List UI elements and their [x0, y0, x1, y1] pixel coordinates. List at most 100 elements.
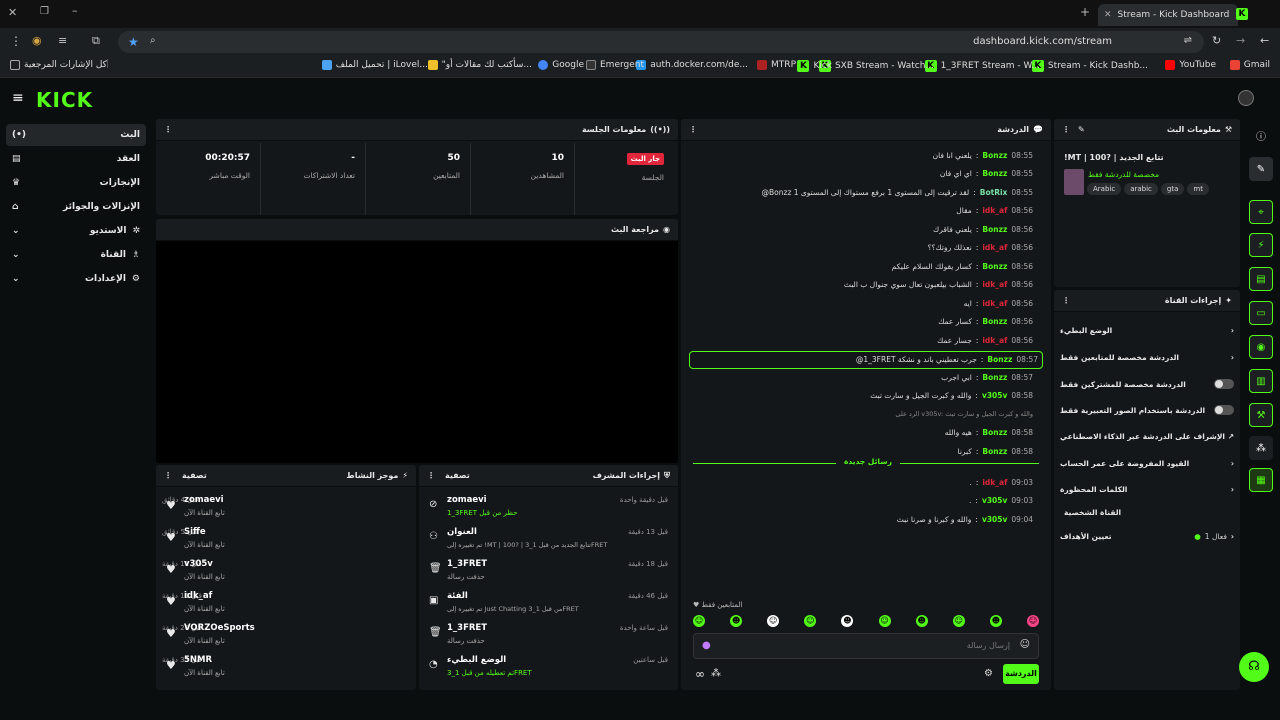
- bookmark-1-3fret[interactable]: K 1_3FRET Stream - W...: [924, 60, 1040, 72]
- chat-username[interactable]: idk_af: [982, 336, 1007, 345]
- chat-username[interactable]: v305v: [982, 391, 1007, 400]
- stream-category[interactable]: مخصصة للدردشة فقط: [1088, 170, 1159, 179]
- bookmark-star-icon[interactable]: ★: [128, 35, 139, 49]
- forward-icon[interactable]: →: [1236, 34, 1245, 47]
- panel-menu-icon[interactable]: ⋮: [1062, 125, 1070, 134]
- emote-icon[interactable]: ☻: [730, 615, 743, 627]
- chat-username[interactable]: idk_af: [982, 299, 1007, 308]
- action-subscribers-only[interactable]: الدردشة مخصصة للمشتركين فقط: [1060, 372, 1234, 396]
- chat-username[interactable]: BotRix: [980, 188, 1008, 197]
- extensions-list-icon[interactable]: ≡: [58, 34, 67, 47]
- browser-tab[interactable]: ✕ Stream - Kick Dashboard: [1098, 4, 1238, 26]
- action-account-age[interactable]: القيود المفروضة على عمر الحساب ›: [1060, 451, 1234, 475]
- tag[interactable]: mt: [1187, 183, 1209, 195]
- bookmark-youtube[interactable]: YouTube: [1165, 60, 1216, 70]
- avatar[interactable]: [1238, 90, 1254, 106]
- tag[interactable]: arabic: [1124, 183, 1158, 195]
- emoji-icon[interactable]: ☺: [1020, 639, 1030, 650]
- chat-username[interactable]: idk_af: [982, 243, 1007, 252]
- chat-username[interactable]: Bonzz: [982, 373, 1007, 382]
- action-ai-moderation[interactable]: الإشراف على الدردشة عبر الذكاء الاصطناعي…: [1060, 424, 1234, 448]
- info-icon[interactable]: ⓘ: [1256, 128, 1266, 143]
- infinity-icon[interactable]: ∞: [695, 667, 705, 681]
- feed-name[interactable]: الوضع البطيء: [447, 655, 506, 665]
- points-icon[interactable]: ⁂: [711, 668, 721, 679]
- emote-icon[interactable]: ☻: [841, 615, 854, 627]
- back-icon[interactable]: ←: [1260, 34, 1269, 47]
- category-thumbnail[interactable]: [1064, 169, 1084, 195]
- feed-name[interactable]: العنوان: [447, 527, 477, 537]
- bookmark-kick[interactable]: K Kick: [797, 60, 832, 72]
- chat-username[interactable]: Bonzz: [982, 225, 1007, 234]
- bookmark-docker[interactable]: auth.docker.com/de...: [636, 60, 748, 70]
- chat-username[interactable]: Bonzz: [982, 151, 1007, 160]
- chat-username[interactable]: idk_af: [982, 280, 1007, 289]
- bookmark-google[interactable]: Google: [538, 60, 584, 70]
- action-emote-only[interactable]: الدردشة باستخدام الصور التعبيرية فقط: [1060, 398, 1234, 422]
- sidebar-item-achievements[interactable]: ♛ الإنجازات: [6, 172, 146, 194]
- all-bookmarks[interactable]: كل الإشارات المرجعية: [10, 60, 107, 70]
- feed-name[interactable]: الفئة: [447, 591, 468, 601]
- subscribers-only-toggle[interactable]: [1214, 379, 1234, 389]
- reload-icon[interactable]: ↻: [1212, 34, 1221, 47]
- zoom-icon[interactable]: ⌕: [150, 35, 156, 46]
- sidebar-item-settings[interactable]: ⌄ الإعدادات ⚙: [6, 268, 146, 290]
- emote-icon[interactable]: ☺: [767, 615, 780, 627]
- panel-menu-icon[interactable]: ⋮: [427, 471, 435, 480]
- chat-username[interactable]: Bonzz: [987, 355, 1012, 364]
- chat-username[interactable]: Bonzz: [982, 169, 1007, 178]
- emote-icon[interactable]: ☻: [989, 615, 1002, 627]
- rail-document-button[interactable]: ▤: [1249, 267, 1273, 291]
- sidebar-item-contract[interactable]: ▤ العقد: [6, 148, 146, 170]
- site-settings-icon[interactable]: ⇌: [1184, 35, 1192, 46]
- minimize-window-icon[interactable]: –: [72, 4, 78, 17]
- bookmark-gmail[interactable]: Gmail: [1229, 60, 1270, 70]
- rail-broadcast-button[interactable]: ◉: [1249, 335, 1273, 359]
- feed-name[interactable]: idk_af: [184, 591, 212, 601]
- chat-username[interactable]: idk_af: [982, 206, 1007, 215]
- microphone-icon[interactable]: ●: [702, 640, 711, 651]
- sidebar-item-stream[interactable]: (•) البث: [6, 124, 146, 146]
- bookmark-article[interactable]: "سأكتب لك مقالات أو...: [427, 60, 532, 70]
- action-set-goals[interactable]: تعيين الأهداف ● فعال 1 ›: [1060, 524, 1234, 548]
- emote-icon[interactable]: ☺: [1026, 615, 1039, 627]
- panel-menu-icon[interactable]: ⋮: [164, 471, 172, 480]
- sidebar-item-channel[interactable]: ⌄ القناة ♗: [6, 244, 146, 266]
- emote-icon[interactable]: ☺: [952, 615, 965, 627]
- url-text[interactable]: dashboard.kick.com/stream: [973, 36, 1112, 47]
- menu-kebab-icon[interactable]: ⋮: [10, 34, 22, 48]
- chat-username[interactable]: idk_af: [982, 478, 1007, 487]
- rail-flash-button[interactable]: ⚡: [1249, 233, 1273, 257]
- chat-username[interactable]: v305v: [982, 496, 1007, 505]
- bookmark-kick-dashboard[interactable]: K Stream - Kick Dashb...: [1031, 60, 1148, 72]
- feed-name[interactable]: 5NMR: [184, 655, 212, 665]
- close-tab-icon[interactable]: ✕: [1104, 10, 1112, 20]
- rail-layout-button[interactable]: ▥: [1249, 369, 1273, 393]
- bookmark-mtrp[interactable]: MTRP: [757, 60, 796, 70]
- bookmark-sxb[interactable]: K SXB Stream - Watch...: [818, 60, 934, 72]
- feed-name[interactable]: 1_3FRET: [447, 623, 487, 633]
- stream-preview[interactable]: [156, 241, 678, 463]
- chat-username[interactable]: Bonzz: [982, 447, 1007, 456]
- rail-chat-button[interactable]: ▭: [1249, 301, 1273, 325]
- new-tab-icon[interactable]: +: [1080, 5, 1090, 19]
- action-slow-mode[interactable]: الوضع البطيء ›: [1060, 318, 1234, 342]
- emote-only-toggle[interactable]: [1214, 405, 1234, 415]
- sidebar-item-studio[interactable]: ⌄ الاستديو ✲: [6, 220, 146, 242]
- filter-button[interactable]: تصفية: [445, 471, 470, 480]
- extension-icon[interactable]: ◉: [32, 34, 42, 47]
- emote-icon[interactable]: ☺: [878, 615, 891, 627]
- extensions-puzzle-icon[interactable]: ⧉: [92, 34, 100, 48]
- hamburger-menu-icon[interactable]: ≡: [12, 90, 24, 106]
- panel-menu-icon[interactable]: ⋮: [164, 125, 172, 134]
- rail-scan-button[interactable]: ⌖: [1249, 200, 1273, 224]
- chat-username[interactable]: Bonzz: [982, 317, 1007, 326]
- sidebar-item-drops[interactable]: ⌂ الإنزالات والجوائز: [6, 196, 146, 218]
- rail-tools-button[interactable]: ⚒: [1249, 403, 1273, 427]
- bookmark-ilovepdf[interactable]: تحميل الملف | iLovel...: [321, 60, 428, 70]
- feed-name[interactable]: 1_3FRET: [447, 559, 487, 569]
- emote-icon[interactable]: ☺: [804, 615, 817, 627]
- bookmark-emergent[interactable]: Emergent: [585, 60, 644, 70]
- panel-menu-icon[interactable]: ⋮: [689, 125, 697, 134]
- send-chat-button[interactable]: الدردشة: [1003, 664, 1039, 684]
